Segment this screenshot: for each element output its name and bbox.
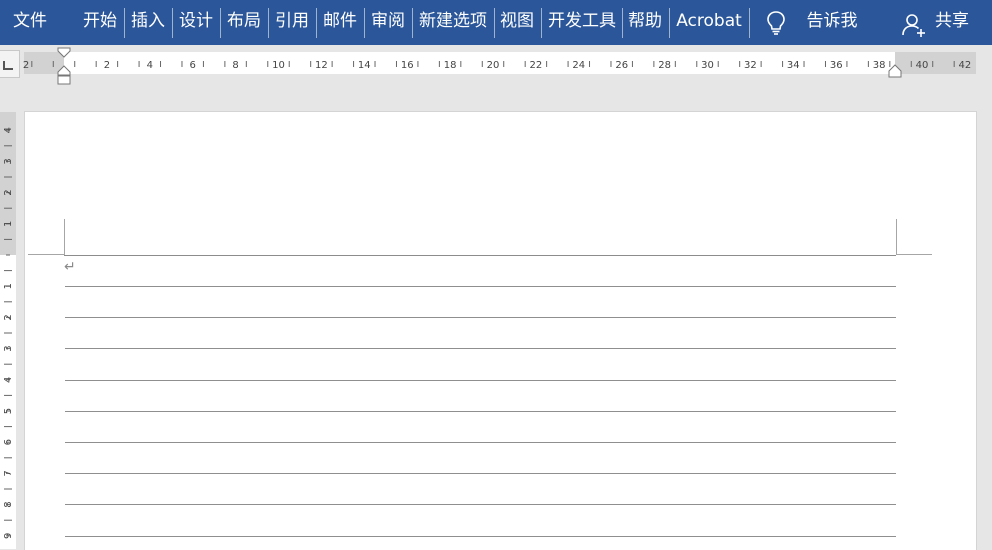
tab-design[interactable]: 设计 [176, 0, 216, 45]
vruler-number: 4 [3, 127, 14, 133]
tab-mailings[interactable]: 邮件 [320, 0, 360, 45]
ruler-number: 12 [315, 60, 328, 71]
document-line [65, 380, 896, 381]
tab-separator [541, 8, 542, 38]
vruler-number: 9 [3, 533, 14, 539]
vertical-ruler[interactable]: 4 3 2 1 1 2 3 4 5 6 7 8 9 [0, 112, 16, 549]
tab-separator [316, 8, 317, 38]
person-add-icon[interactable] [901, 12, 927, 38]
header-crop-mark-right-h [896, 254, 932, 255]
document-line [65, 348, 896, 349]
document-line [65, 317, 896, 318]
vruler-number: 2 [3, 314, 14, 320]
first-line-indent-marker[interactable] [57, 46, 71, 86]
ruler-number: 8 [232, 60, 238, 71]
document-line [65, 411, 896, 412]
ruler-number: 10 [272, 60, 285, 71]
header-border-line [64, 255, 896, 256]
tab-separator [494, 8, 495, 38]
vruler-number: 6 [3, 439, 14, 445]
ruler-number: 14 [358, 60, 371, 71]
tab-developer[interactable]: 开发工具 [544, 0, 620, 45]
vruler-number: 4 [3, 377, 14, 383]
ruler-number: 16 [401, 60, 414, 71]
document-line [65, 504, 896, 505]
tab-references[interactable]: 引用 [272, 0, 312, 45]
tab-separator [172, 8, 173, 38]
vruler-number: 5 [3, 408, 14, 414]
header-crop-mark-left-h [28, 254, 64, 255]
ruler-number: 24 [572, 60, 585, 71]
tab-separator [268, 8, 269, 38]
tab-review[interactable]: 审阅 [368, 0, 408, 45]
document-page[interactable] [24, 111, 977, 550]
ruler-number: 2 [104, 60, 110, 71]
ruler-number: 20 [487, 60, 500, 71]
tab-separator [622, 8, 623, 38]
ruler-number: 38 [873, 60, 886, 71]
ruler-number: 26 [615, 60, 628, 71]
document-line [65, 473, 896, 474]
ruler-number: 4 [147, 60, 153, 71]
lightbulb-icon[interactable] [763, 9, 789, 37]
ruler-number: 40 [916, 60, 929, 71]
vruler-number: 3 [3, 345, 14, 351]
tab-insert[interactable]: 插入 [128, 0, 168, 45]
vruler-number: 7 [3, 470, 14, 476]
document-line [65, 286, 896, 287]
ruler-number: 6 [190, 60, 196, 71]
horizontal-ruler[interactable]: 2 2 4 6 8 10 12 14 16 18 20 22 24 26 28 30 32 34 36 38 40 42 [0, 45, 992, 85]
tab-separator [364, 8, 365, 38]
ruler-number: 28 [658, 60, 671, 71]
tab-acrobat[interactable]: Acrobat [672, 0, 746, 45]
tab-separator [124, 8, 125, 38]
ruler-number: 32 [744, 60, 757, 71]
ruler-number: 30 [701, 60, 714, 71]
tab-separator [749, 8, 750, 38]
tab-view[interactable]: 视图 [497, 0, 537, 45]
tab-layout[interactable]: 布局 [224, 0, 264, 45]
paragraph-mark[interactable]: ↵ [64, 259, 76, 275]
right-indent-marker[interactable] [888, 64, 902, 80]
vruler-number: 1 [3, 283, 14, 289]
ruler-number: 18 [444, 60, 457, 71]
tell-me-search[interactable]: 告诉我 [800, 0, 864, 45]
vruler-number: 3 [3, 158, 14, 164]
ruler-number: 22 [530, 60, 543, 71]
tab-file[interactable]: 文件 [10, 0, 50, 45]
ruler-number: 34 [787, 60, 800, 71]
tab-separator [220, 8, 221, 38]
ruler-number: 36 [830, 60, 843, 71]
tab-home[interactable]: 开始 [80, 0, 120, 45]
ruler-number: 2 [23, 60, 29, 71]
vruler-number: 2 [3, 189, 14, 195]
document-line [65, 442, 896, 443]
tab-help[interactable]: 帮助 [625, 0, 665, 45]
vruler-number: 1 [3, 221, 14, 227]
header-crop-mark-right [896, 219, 897, 255]
share-button[interactable]: 共享 [930, 0, 974, 45]
tab-new-options[interactable]: 新建选项 [415, 0, 491, 45]
vruler-number: 8 [3, 501, 14, 507]
header-crop-mark-left [64, 219, 65, 255]
ruler-number: 42 [959, 60, 972, 71]
tab-separator [412, 8, 413, 38]
document-line [65, 536, 896, 537]
tab-separator [669, 8, 670, 38]
ribbon-tab-bar: 文件 开始 插入 设计 布局 引用 邮件 审阅 新建选项 视图 开发工具 帮助 … [0, 0, 992, 45]
